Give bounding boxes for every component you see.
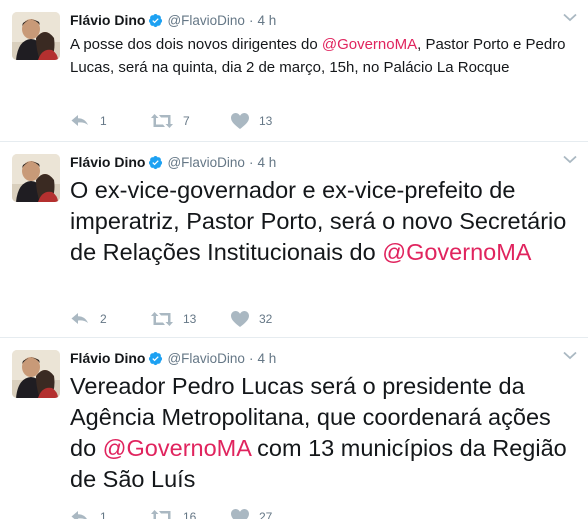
retweet-count: 7: [183, 114, 190, 128]
author-handle[interactable]: @FlavioDino: [167, 13, 244, 28]
tweet-header: Flávio Dino @FlavioDino · 4 h: [70, 151, 276, 173]
chevron-down-icon[interactable]: [562, 349, 578, 361]
retweet-button[interactable]: 7: [150, 113, 230, 129]
reply-button[interactable]: 1: [70, 113, 150, 129]
reply-icon: [70, 113, 90, 129]
mention-link[interactable]: @GovernoMA: [382, 239, 531, 265]
heart-icon: [230, 310, 250, 328]
retweet-count: 16: [183, 510, 197, 519]
author-handle[interactable]: @FlavioDino: [167, 155, 244, 170]
tweet-text: Vereador Pedro Lucas será o presidente d…: [70, 371, 576, 495]
author-handle[interactable]: @FlavioDino: [167, 351, 244, 366]
avatar[interactable]: [12, 154, 60, 202]
author-name[interactable]: Flávio Dino: [70, 154, 145, 170]
heart-icon: [230, 112, 250, 130]
separator: ·: [248, 12, 254, 28]
verified-badge-icon: [148, 13, 163, 28]
mention-link[interactable]: @GovernoMA: [322, 36, 417, 53]
tweet-text: O ex-vice-governador e ex-vice-prefeito …: [70, 175, 576, 268]
mention-link[interactable]: @GovernoMA: [103, 435, 251, 461]
tweet-actions: 2 13 32: [70, 310, 310, 328]
retweet-button[interactable]: 13: [150, 311, 230, 327]
verified-badge-icon: [148, 351, 163, 366]
tweet-header: Flávio Dino @FlavioDino · 4 h: [70, 347, 276, 369]
retweet-icon: [150, 113, 174, 129]
reply-icon: [70, 509, 90, 519]
avatar[interactable]: [12, 350, 60, 398]
tweet[interactable]: Flávio Dino @FlavioDino · 4 h A posse do…: [0, 0, 588, 142]
like-button[interactable]: 32: [230, 310, 310, 328]
timestamp[interactable]: 4 h: [257, 351, 276, 366]
retweet-count: 13: [183, 312, 197, 326]
tweet[interactable]: Flávio Dino @FlavioDino · 4 h O ex-vice-…: [0, 142, 588, 338]
timeline: Flávio Dino @FlavioDino · 4 h A posse do…: [0, 0, 588, 519]
retweet-icon: [150, 311, 174, 327]
like-count: 32: [259, 312, 273, 326]
reply-icon: [70, 311, 90, 327]
tweet-actions: 1 16 27: [70, 508, 310, 519]
text-before: A posse dos dois novos dirigentes do: [70, 36, 322, 53]
timestamp[interactable]: 4 h: [257, 155, 276, 170]
like-button[interactable]: 13: [230, 112, 310, 130]
retweet-button[interactable]: 16: [150, 509, 230, 519]
separator: ·: [248, 154, 254, 170]
reply-count: 2: [100, 312, 107, 326]
verified-badge-icon: [148, 155, 163, 170]
like-button[interactable]: 27: [230, 508, 310, 519]
timestamp[interactable]: 4 h: [257, 13, 276, 28]
separator: ·: [248, 350, 254, 366]
heart-icon: [230, 508, 250, 519]
tweet[interactable]: Flávio Dino @FlavioDino · 4 h Vereador P…: [0, 338, 588, 519]
tweet-actions: 1 7 13: [70, 112, 310, 130]
chevron-down-icon[interactable]: [562, 153, 578, 165]
tweet-text: A posse dos dois novos dirigentes do @Go…: [70, 33, 576, 79]
avatar[interactable]: [12, 12, 60, 60]
chevron-down-icon[interactable]: [562, 11, 578, 23]
tweet-header: Flávio Dino @FlavioDino · 4 h: [70, 9, 276, 31]
reply-count: 1: [100, 114, 107, 128]
author-name[interactable]: Flávio Dino: [70, 350, 145, 366]
like-count: 13: [259, 114, 273, 128]
author-name[interactable]: Flávio Dino: [70, 12, 145, 28]
reply-button[interactable]: 2: [70, 311, 150, 327]
retweet-icon: [150, 509, 174, 519]
reply-count: 1: [100, 510, 107, 519]
like-count: 27: [259, 510, 273, 519]
reply-button[interactable]: 1: [70, 509, 150, 519]
